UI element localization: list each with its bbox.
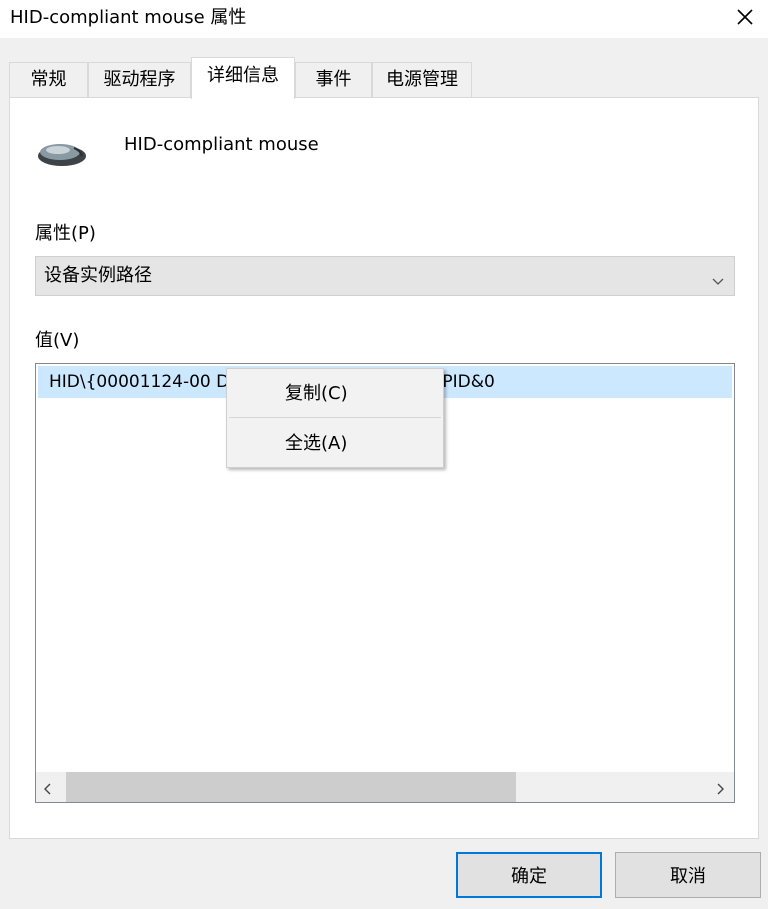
property-label: 属性(P) [35, 223, 96, 244]
device-name: HID-compliant mouse [124, 134, 319, 155]
menu-item-copy[interactable]: 复制(C) [227, 371, 443, 417]
tab-events[interactable]: 事件 [295, 62, 372, 98]
menu-item-label: 全选(A) [285, 433, 348, 454]
scrollbar-thumb[interactable] [66, 772, 516, 802]
cancel-button[interactable]: 取消 [615, 852, 761, 898]
details-panel: HID-compliant mouse 属性(P) 设备实例路径 值(V) HI… [9, 97, 759, 839]
window-title: HID-compliant mouse 属性 [10, 7, 247, 28]
tab-details[interactable]: 详细信息 [191, 57, 295, 99]
close-button[interactable] [722, 0, 768, 38]
ok-button[interactable]: 确定 [456, 852, 602, 898]
tab-general[interactable]: 常规 [9, 62, 88, 98]
tab-driver[interactable]: 驱动程序 [88, 62, 191, 98]
close-icon [736, 8, 754, 30]
scroll-left-icon[interactable] [44, 780, 52, 799]
scroll-right-icon[interactable] [716, 780, 724, 799]
value-label: 值(V) [35, 330, 80, 351]
title-bar: HID-compliant mouse 属性 [0, 0, 768, 38]
property-selected-value: 设备实例路径 [44, 265, 152, 286]
mouse-icon [36, 138, 88, 172]
menu-item-label: 复制(C) [285, 383, 348, 404]
tab-power-management[interactable]: 电源管理 [372, 62, 472, 98]
context-menu: 复制(C) 全选(A) [226, 368, 444, 468]
property-select[interactable]: 设备实例路径 [35, 256, 735, 296]
menu-item-select-all[interactable]: 全选(A) [227, 421, 443, 467]
menu-separator [229, 417, 441, 418]
horizontal-scrollbar[interactable] [36, 772, 734, 802]
chevron-down-icon [712, 271, 724, 290]
